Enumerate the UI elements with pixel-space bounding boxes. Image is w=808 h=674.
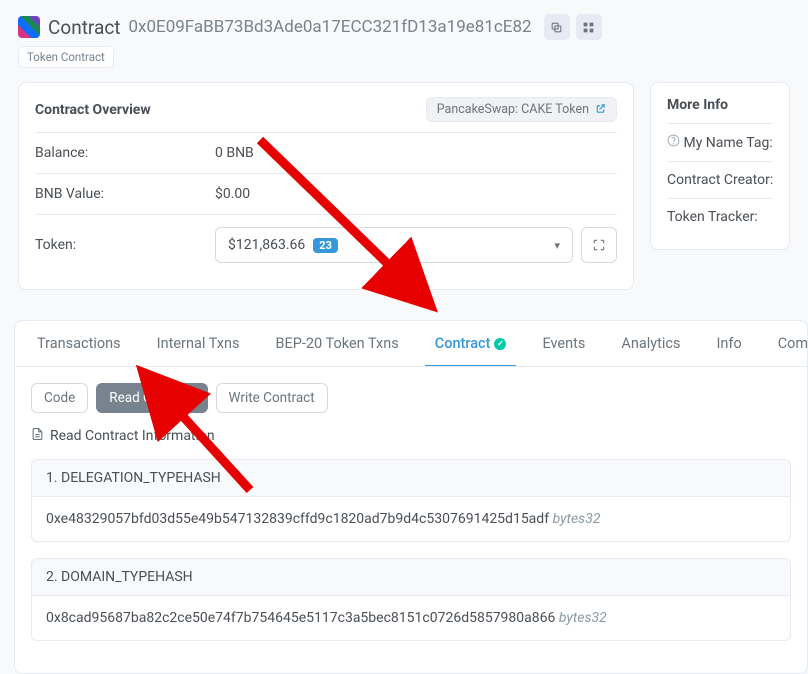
more-info-title: More Info: [667, 97, 728, 113]
read-item-2-type: bytes32: [559, 610, 607, 626]
tab-info[interactable]: Info: [698, 321, 759, 366]
tab-contract[interactable]: Contract ✓: [417, 321, 525, 366]
public-name-tag-label: PancakeSwap: CAKE Token: [437, 102, 589, 117]
token-count-badge: 23: [313, 238, 338, 253]
tab-analytics[interactable]: Analytics: [603, 321, 698, 366]
read-item-2-title: 2. DOMAIN_TYPEHASH: [32, 559, 790, 596]
tab-internal-txns[interactable]: Internal Txns: [139, 321, 258, 366]
read-item-1-type: bytes32: [553, 511, 601, 527]
external-link-icon: [595, 103, 606, 117]
token-holdings-dropdown[interactable]: $121,863.66 23 ▾: [215, 227, 573, 263]
chevron-down-icon: ▾: [554, 239, 560, 252]
subtab-write-contract[interactable]: Write Contract: [216, 383, 328, 413]
tracker-label: Token Tracker:: [667, 198, 773, 235]
bnb-value: $0.00: [215, 186, 617, 202]
wallet-expand-button[interactable]: [581, 227, 617, 263]
read-item-2[interactable]: 2. DOMAIN_TYPEHASH 0x8cad95687ba82c2ce50…: [31, 558, 791, 641]
tab-bep20-txns[interactable]: BEP-20 Token Txns: [257, 321, 416, 366]
public-name-tag[interactable]: PancakeSwap: CAKE Token: [426, 97, 617, 122]
subtab-read-contract[interactable]: Read Contract: [96, 383, 207, 413]
read-item-1-title: 1. DELEGATION_TYPEHASH: [32, 460, 790, 497]
balance-label: Balance:: [35, 145, 215, 161]
contract-identicon: [18, 16, 40, 38]
contract-overview-card: Contract Overview PancakeSwap: CAKE Toke…: [18, 82, 634, 290]
contract-type-tag: Token Contract: [18, 46, 114, 68]
creator-label: Contract Creator:: [667, 161, 773, 198]
copy-icon: [550, 21, 563, 34]
main-tabs: Transactions Internal Txns BEP-20 Token …: [14, 320, 808, 367]
grid-icon: [582, 21, 595, 34]
read-item-1[interactable]: 1. DELEGATION_TYPEHASH 0xe48329057bfd03d…: [31, 459, 791, 542]
copy-address-button[interactable]: [544, 14, 570, 40]
name-tag-label: My Name Tag:: [683, 135, 772, 151]
more-info-card: More Info My Name Tag: Contract Creator:…: [650, 82, 790, 250]
help-icon: [667, 135, 683, 151]
balance-value: 0 BNB: [215, 145, 617, 161]
read-contract-header: Read Contract Information: [50, 428, 215, 444]
tab-transactions[interactable]: Transactions: [19, 321, 139, 366]
expand-icon: [592, 238, 606, 252]
verified-icon: ✓: [494, 338, 506, 350]
document-icon: [31, 427, 44, 445]
contract-address: 0x0E09FaBB73Bd3Ade0a17ECC321fD13a19e81cE…: [128, 17, 531, 37]
tab-events[interactable]: Events: [524, 321, 603, 366]
bnb-value-label: BNB Value:: [35, 186, 215, 202]
overview-title: Contract Overview: [35, 102, 151, 118]
read-item-2-value: 0x8cad95687ba82c2ce50e74f7b754645e5117c3…: [46, 610, 555, 626]
token-label: Token:: [35, 237, 215, 253]
page-title: Contract: [48, 16, 120, 39]
subtab-code[interactable]: Code: [31, 383, 88, 413]
qr-button[interactable]: [576, 14, 602, 40]
tab-contract-label: Contract: [435, 335, 491, 352]
read-item-1-value: 0xe48329057bfd03d55e49b547132839cffd9c18…: [46, 511, 549, 527]
token-holdings-value: $121,863.66: [228, 237, 305, 253]
tab-comments[interactable]: Comments: [760, 321, 808, 366]
